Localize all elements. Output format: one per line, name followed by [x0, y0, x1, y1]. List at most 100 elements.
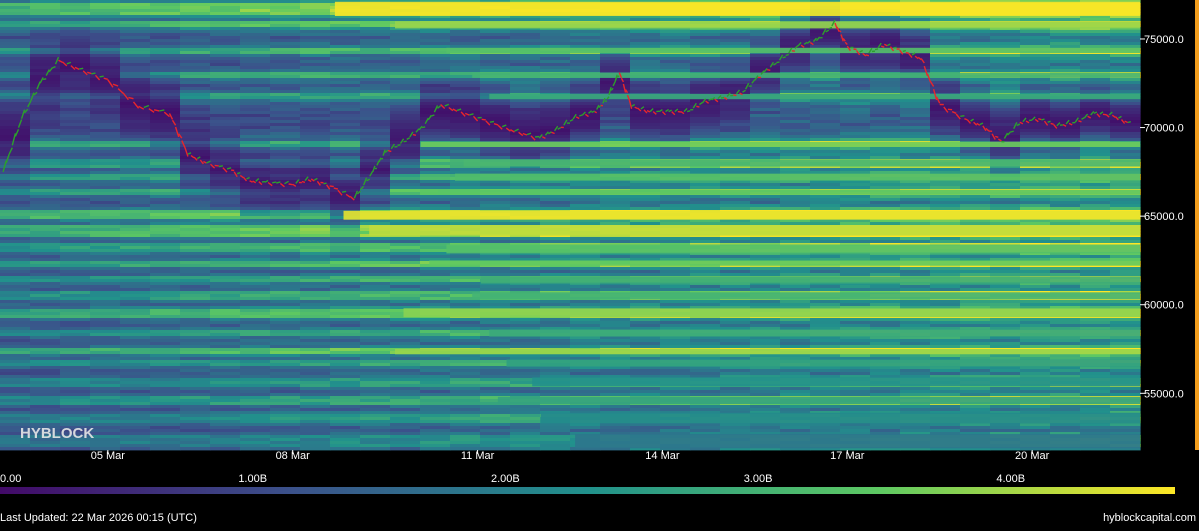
heat-cell	[990, 18, 1021, 22]
heat-cell	[300, 36, 331, 40]
heat-cell	[300, 33, 331, 37]
heat-cell	[90, 219, 121, 223]
heat-cell	[150, 240, 181, 244]
heat-cell	[840, 390, 871, 394]
heat-cell	[660, 345, 691, 349]
heat-cell	[210, 177, 241, 181]
heat-cell	[840, 288, 871, 292]
heat-cell	[360, 255, 391, 259]
heat-cell	[120, 351, 151, 355]
heat-cell	[60, 6, 91, 10]
heat-cell	[870, 39, 901, 43]
heat-cell	[300, 258, 331, 262]
heat-cell	[330, 24, 361, 28]
heat-cell	[0, 261, 31, 265]
heat-cell	[330, 279, 361, 283]
heat-cell	[960, 138, 991, 142]
heat-cell	[420, 237, 451, 241]
heat-cell	[330, 111, 361, 115]
heat-cell	[540, 54, 571, 58]
heat-cell	[60, 117, 91, 121]
heat-cell	[810, 57, 841, 61]
heat-cell	[120, 228, 151, 232]
heat-cell	[390, 267, 421, 271]
heat-cell	[720, 300, 751, 304]
heat-cell	[480, 288, 511, 292]
heat-cell	[210, 246, 241, 250]
heat-cell	[420, 369, 451, 373]
heat-cell	[960, 342, 991, 346]
heat-cell	[90, 132, 121, 136]
heat-cell	[60, 27, 91, 31]
heat-cell	[720, 123, 751, 127]
heat-cell	[330, 411, 361, 415]
heat-cell	[210, 333, 241, 337]
heat-cell	[240, 231, 271, 235]
heat-cell	[900, 255, 931, 259]
heat-cell	[30, 309, 61, 313]
heat-cell	[120, 138, 151, 142]
heat-cell	[90, 171, 121, 175]
heat-cell	[60, 231, 91, 235]
heat-cell	[300, 363, 331, 367]
heat-cell	[150, 36, 181, 40]
heat-cell	[270, 222, 301, 226]
heat-cell	[810, 198, 841, 202]
heat-cell	[720, 285, 751, 289]
heat-cell	[0, 387, 31, 391]
heat-cell	[210, 429, 241, 433]
heat-cell	[120, 12, 151, 16]
heat-cell	[120, 21, 151, 25]
heat-cell	[300, 342, 331, 346]
heat-cell	[120, 267, 151, 271]
heat-cell	[90, 198, 121, 202]
heat-cell	[90, 234, 121, 238]
heat-cell	[420, 444, 451, 448]
heat-cell	[840, 30, 871, 34]
heat-cell	[510, 186, 541, 190]
heat-cell	[510, 324, 541, 328]
heat-cell	[60, 186, 91, 190]
heat-cell	[120, 42, 151, 46]
heat-cell	[360, 198, 391, 202]
heat-cell	[120, 156, 151, 160]
heat-cell	[270, 414, 301, 418]
heat-cell	[270, 327, 301, 331]
heat-cell	[300, 348, 331, 352]
heat-cell	[270, 204, 301, 208]
heat-cell	[570, 156, 601, 160]
heat-cell	[300, 357, 331, 361]
heat-cell	[90, 339, 121, 343]
heat-cell	[180, 165, 211, 169]
heat-cell	[450, 357, 481, 361]
heat-cell	[390, 189, 421, 193]
heat-cell	[540, 237, 571, 241]
heat-cell	[900, 423, 931, 427]
heat-cell	[60, 9, 91, 13]
heat-cell	[0, 3, 31, 7]
heat-cell	[720, 111, 751, 115]
heat-cell	[420, 183, 451, 187]
heat-cell	[60, 15, 91, 19]
heat-cell	[0, 51, 31, 55]
heat-cell	[150, 180, 181, 184]
heat-cell	[630, 273, 661, 277]
heat-cell	[390, 333, 421, 337]
heat-cell	[120, 378, 151, 382]
heat-cell	[120, 318, 151, 322]
heat-cell	[240, 312, 271, 316]
heat-cell	[750, 198, 781, 202]
heat-cell	[150, 252, 181, 256]
heat-cell	[150, 384, 181, 388]
heat-cell	[330, 60, 361, 64]
heat-cell	[60, 273, 91, 277]
heat-cell	[300, 24, 331, 28]
heat-cell	[960, 120, 991, 124]
heat-cell	[240, 39, 271, 43]
heat-cell	[30, 66, 61, 70]
heat-cell	[270, 237, 301, 241]
heat-cell	[30, 174, 61, 178]
heat-cell	[870, 183, 901, 187]
heat-cell	[0, 90, 31, 94]
heat-cell	[540, 78, 571, 82]
